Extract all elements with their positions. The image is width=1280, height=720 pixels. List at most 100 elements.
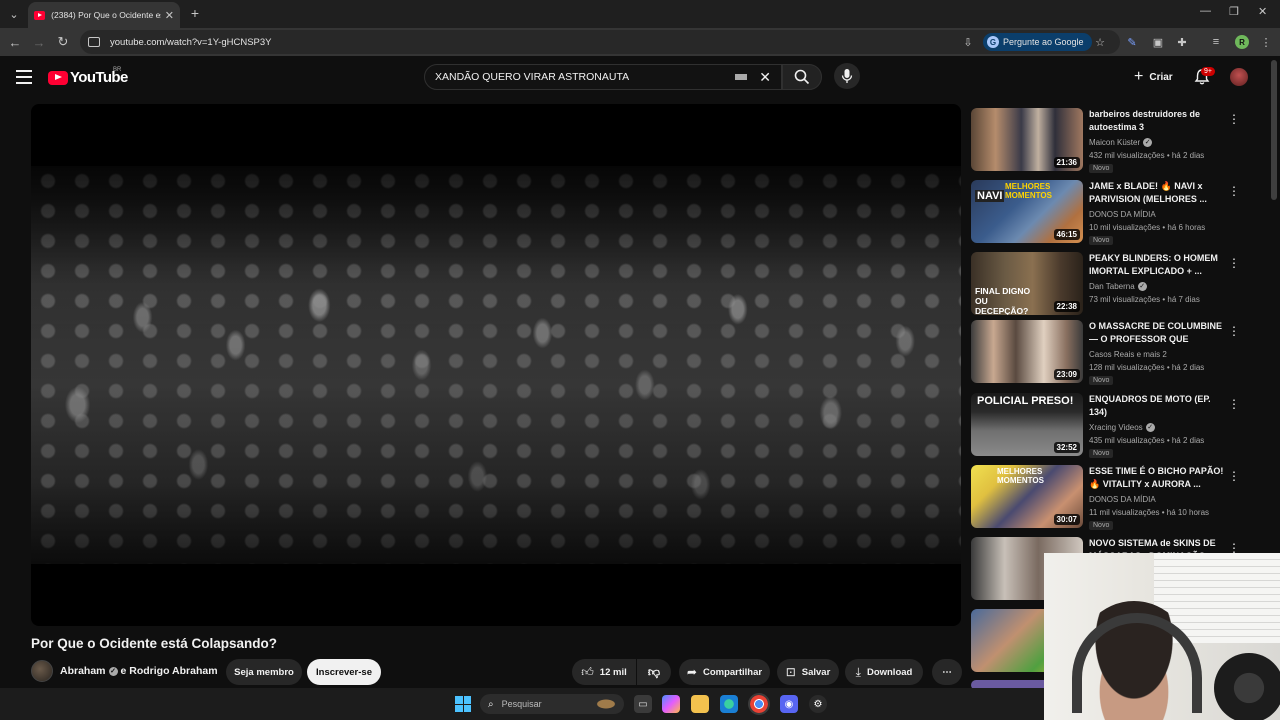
download-button[interactable]: ⤓ Download	[845, 659, 923, 685]
minimize-icon[interactable]: —	[1200, 5, 1211, 17]
video-thumbnail[interactable]: POLICIAL PRESO! 32:52	[971, 393, 1083, 456]
video-thumbnail[interactable]: MELHORES MOMENTOS NAVI 46:15	[971, 180, 1083, 243]
recommendation-item[interactable]: MELHORES MOMENTOS NAVI 46:15 JAME x BLAD…	[971, 180, 1251, 245]
tab-close-icon[interactable]: ✕	[165, 9, 174, 22]
recommendation-title[interactable]: ENQUADROS DE MOTO (EP. 134)	[1089, 393, 1225, 419]
clear-search-icon[interactable]: ✕	[759, 69, 771, 86]
ask-google-label: Pergunte ao Google	[1003, 37, 1084, 47]
save-button[interactable]: ⊡ Salvar	[777, 659, 839, 685]
more-vertical-icon[interactable]: ⋮	[1228, 324, 1240, 338]
extensions-puzzle-icon[interactable]: ✚	[1174, 34, 1190, 50]
recommendation-item[interactable]: MELHORES MOMENTOS 30:07 ESSE TIME É O BI…	[971, 465, 1251, 530]
search-icon	[794, 69, 810, 85]
create-button[interactable]: + Criar	[1126, 66, 1181, 88]
subscribe-button[interactable]: Inscrever-se	[307, 659, 381, 685]
recommendation-title[interactable]: JAME x BLADE! 🔥 NAVI x PARIVISION (MELHO…	[1089, 180, 1225, 206]
video-duration: 22:38	[1053, 301, 1080, 312]
tab-search-icon[interactable]: ⌄	[4, 4, 24, 24]
window-close-icon[interactable]: ✕	[1258, 5, 1267, 18]
dislike-button[interactable]: 👎︎	[637, 659, 671, 685]
reading-list-icon[interactable]: ≡	[1208, 34, 1224, 50]
channel-label: DONOS DA MÍDIA	[1089, 210, 1156, 219]
voice-search-button[interactable]	[834, 63, 860, 89]
new-badge: Novo	[1089, 376, 1114, 385]
bookmark-star-icon[interactable]: ☆	[1092, 34, 1108, 50]
share-button[interactable]: ➦ Compartilhar	[679, 659, 770, 685]
google-lens-icon: G	[987, 36, 999, 48]
more-actions-button[interactable]: ⋯	[932, 659, 962, 685]
forward-icon[interactable]: →	[30, 33, 48, 51]
download-icon: ⤓	[855, 664, 861, 679]
more-vertical-icon[interactable]: ⋮	[1228, 469, 1240, 483]
reload-icon[interactable]: ↻	[54, 33, 72, 51]
youtube-favicon-icon	[34, 10, 46, 20]
thumbs-up-icon: 👍︎	[581, 664, 594, 679]
steam-icon[interactable]: ⚙	[809, 695, 827, 713]
video-thumbnail[interactable]: MELHORES MOMENTOS 30:07	[971, 465, 1083, 528]
restore-icon[interactable]: ❐	[1229, 5, 1239, 18]
recommendation-meta: 432 mil visualizações • há 2 dias	[1089, 151, 1205, 160]
video-player[interactable]	[31, 104, 961, 626]
discord-icon[interactable]: ◉	[780, 695, 798, 713]
video-thumbnail[interactable]: 23:09	[971, 320, 1083, 383]
channel-avatar[interactable]	[31, 660, 53, 682]
taskbar-search-input[interactable]: ⌕ Pesquisar	[480, 694, 624, 714]
extension-pen-icon[interactable]: ✎	[1124, 34, 1140, 50]
channel-name[interactable]: Abraham ✓ e Rodrigo Abraham	[60, 665, 218, 677]
more-vertical-icon[interactable]: ⋮	[1228, 256, 1240, 270]
like-button[interactable]: 👍︎ 12 mil	[572, 659, 636, 685]
task-view-icon[interactable]: ▭	[634, 695, 652, 713]
new-tab-icon[interactable]: +	[186, 4, 204, 22]
profile-avatar[interactable]: R	[1235, 35, 1249, 49]
search-query: XANDÃO QUERO VIRAR ASTRONAUTA	[435, 71, 630, 83]
more-vertical-icon[interactable]: ⋮	[1228, 397, 1240, 411]
copilot-icon[interactable]	[662, 695, 680, 713]
recommendation-meta: 73 mil visualizações • há 7 dias	[1089, 295, 1200, 304]
file-explorer-icon[interactable]	[691, 695, 709, 713]
recommendation-title[interactable]: O MASSACRE DE COLUMBINE — O PROFESSOR QU…	[1089, 320, 1225, 346]
more-vertical-icon[interactable]: ⋮	[1228, 184, 1240, 198]
recommendation-channel[interactable]: Casos Reais e mais 2	[1089, 350, 1167, 359]
video-duration: 46:15	[1053, 229, 1080, 240]
recommendation-item[interactable]: FINAL DIGNO OU DECEPÇÃO? 22:38 PEAKY BLI…	[971, 252, 1251, 316]
recommendation-item[interactable]: 23:09 O MASSACRE DE COLUMBINE — O PROFES…	[971, 320, 1251, 385]
webcam-overlay	[1044, 553, 1280, 720]
recommendation-channel[interactable]: DONOS DA MÍDIA	[1089, 210, 1156, 219]
fan-shape	[1214, 653, 1280, 720]
edge-icon[interactable]	[720, 695, 738, 713]
verified-check-icon: ✓	[1137, 282, 1147, 291]
youtube-logo[interactable]: YouTube BR	[48, 67, 128, 86]
page-scrollbar[interactable]	[1271, 60, 1277, 200]
video-thumbnail[interactable]: FINAL DIGNO OU DECEPÇÃO? 22:38	[971, 252, 1083, 315]
install-app-icon[interactable]: ⇩	[960, 34, 976, 50]
ask-google-button[interactable]: G Pergunte ao Google	[983, 33, 1092, 51]
search-button[interactable]	[782, 64, 822, 90]
recommendation-channel[interactable]: Dan Taberna ✓	[1089, 282, 1150, 291]
search-input[interactable]: XANDÃO QUERO VIRAR ASTRONAUTA ✕	[424, 64, 782, 90]
search-icon: ⌕	[488, 698, 494, 710]
extension-icon[interactable]: ▣	[1150, 34, 1166, 50]
video-duration: 32:52	[1053, 442, 1080, 453]
video-duration: 21:36	[1053, 157, 1080, 168]
back-icon[interactable]: ←	[6, 33, 24, 51]
menu-hamburger-icon[interactable]	[16, 70, 32, 84]
browser-menu-icon[interactable]: ⋮	[1258, 34, 1274, 50]
recommendation-item[interactable]: 21:36 barbeiros destruidores de autoesti…	[971, 108, 1251, 173]
recommendation-title[interactable]: ESSE TIME É O BICHO PAPÃO! 🔥 VITALITY x …	[1089, 465, 1225, 491]
share-label: Compartilhar	[702, 666, 763, 678]
browser-tab[interactable]: (2384) Por Que o Ocidente está Colapsand…	[28, 2, 180, 28]
recommendation-title[interactable]: barbeiros destruidores de autoestima 3	[1089, 108, 1225, 134]
windows-start-icon[interactable]	[455, 696, 471, 712]
join-button[interactable]: Seja membro	[226, 659, 302, 685]
recommendation-channel[interactable]: Xracing Videos ✓	[1089, 423, 1158, 432]
recommendation-channel[interactable]: DONOS DA MÍDIA	[1089, 495, 1156, 504]
account-avatar[interactable]	[1230, 68, 1248, 86]
keyboard-icon[interactable]	[735, 74, 748, 80]
video-thumbnail[interactable]: 21:36	[971, 108, 1083, 171]
recommendation-item[interactable]: POLICIAL PRESO! 32:52 ENQUADROS DE MOTO …	[971, 393, 1251, 458]
site-info-icon[interactable]	[88, 37, 100, 47]
more-vertical-icon[interactable]: ⋮	[1228, 112, 1240, 126]
recommendation-channel[interactable]: Maicon Küster ✓	[1089, 138, 1155, 147]
recommendation-title[interactable]: PEAKY BLINDERS: O HOMEM IMORTAL EXPLICAD…	[1089, 252, 1225, 278]
chrome-icon[interactable]	[748, 693, 770, 715]
